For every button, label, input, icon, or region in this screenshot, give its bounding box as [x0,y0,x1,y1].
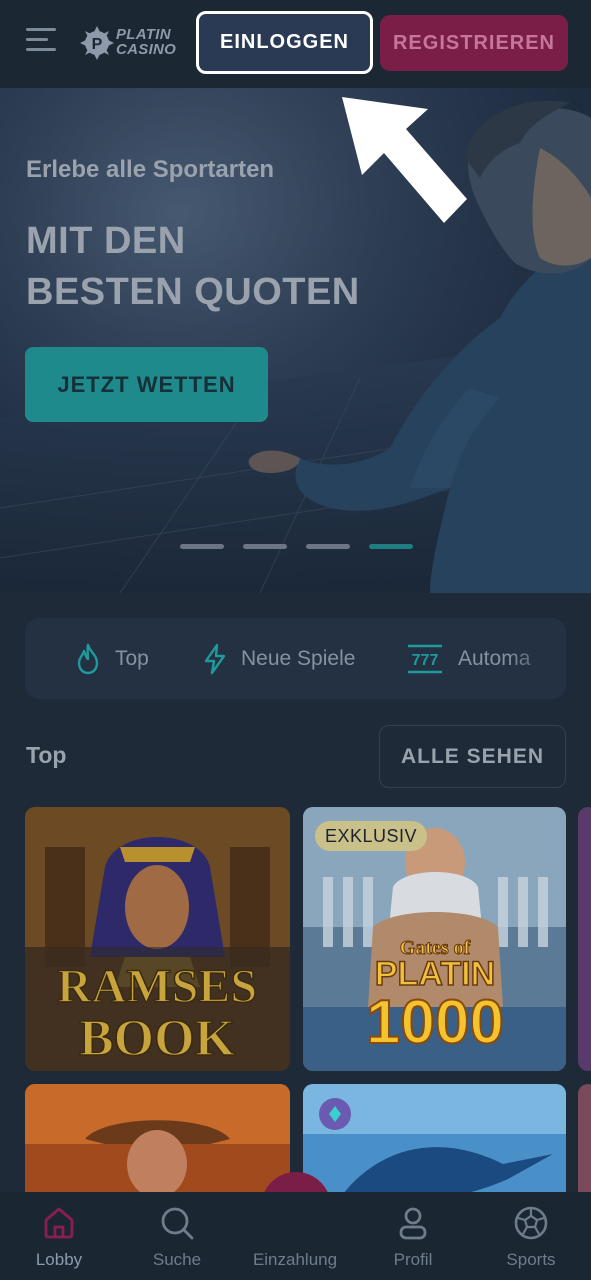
nav-label: Suche [152,1250,202,1269]
nav-sports[interactable]: Sports [472,1192,590,1280]
game-card-book-of-ra[interactable] [25,1084,290,1204]
user-icon [399,1207,427,1240]
category-label: Neue Spiele [241,646,356,670]
nav-lobby[interactable]: Lobby [0,1192,118,1280]
home-icon [44,1207,74,1239]
login-button[interactable]: EINLOGGEN [196,11,373,74]
ramses-book-title-layer: RAMSES BOOK [56,959,258,1068]
hero-title-line-1: MIT DEN [26,220,186,262]
nav-profile[interactable]: Profil [354,1192,472,1280]
game-title-line-1: RAMSES [57,960,257,1013]
bottom-navigation: Lobby Suche Einzahlung Profil Sports [0,1192,591,1280]
nav-search[interactable]: Suche [118,1192,236,1280]
carousel-dot[interactable] [180,544,224,549]
swordfish-artwork [303,1084,566,1204]
carousel-dots [180,544,420,550]
game-title-line-3: 1000 [366,988,504,1057]
hero-title: MIT DEN BESTEN QUOTEN [26,216,360,318]
see-all-button[interactable]: ALLE SEHEN [379,725,566,788]
category-top[interactable]: Top [75,618,149,699]
category-fade-overlay [506,618,566,699]
hero-subtitle: Erlebe alle Sportarten [26,156,275,183]
top-header: P PLATIN CASINO EINLOGGEN REGISTRIEREN [0,0,591,88]
game-card-peek[interactable] [578,807,591,1071]
exclusive-badge: EXKLUSIV [315,821,428,851]
logo-line-2: CASINO [116,41,177,58]
hero-title-line-2: BESTEN QUOTEN [26,271,360,313]
section-title-top: Top [26,742,67,768]
hamburger-menu-icon[interactable] [26,28,58,54]
game-card-peek[interactable] [578,1084,591,1204]
carousel-dot-active[interactable] [369,544,413,549]
category-label: Top [115,646,149,670]
register-button[interactable]: REGISTRIEREN [380,15,568,71]
slot-777-icon: 777 [408,644,442,673]
game-card-ramses-book[interactable]: RAMSES BOOK [25,807,290,1071]
nav-deposit[interactable]: Einzahlung [236,1192,354,1280]
app-root: P PLATIN CASINO EINLOGGEN REGISTRIEREN E… [0,0,591,1280]
hero-banner[interactable]: Erlebe alle Sportarten MIT DEN BESTEN QU… [0,88,591,593]
nav-label: Lobby [35,1250,83,1269]
logo-line-1: PLATIN [116,26,171,43]
logo-wordmark: PLATIN CASINO [116,27,176,57]
adventurer-artwork [25,1084,290,1204]
game-title-line-2: BOOK [79,1010,236,1067]
search-icon [161,1207,194,1240]
flame-icon [77,643,99,674]
platin-casino-logo[interactable]: P PLATIN CASINO [80,24,184,64]
category-new-games[interactable]: Neue Spiele [203,618,355,699]
nav-label: Einzahlung [252,1250,338,1269]
nav-label: Sports [506,1250,556,1269]
svg-text:P: P [92,36,103,53]
bet-now-button[interactable]: JETZT WETTEN [25,347,268,422]
game-card-gates-of-platin[interactable]: Gates of PLATIN 1000 EXKLUSIV [303,807,566,1071]
lightning-icon [204,643,226,674]
pointer-arrow-icon [342,97,467,223]
game-card-fishing[interactable] [303,1084,566,1204]
soccer-ball-icon [514,1206,548,1240]
logo-mark-icon: P [80,26,114,60]
nav-label: Profil [393,1250,433,1269]
svg-text:777: 777 [412,652,439,669]
carousel-dot[interactable] [243,544,287,549]
carousel-dot[interactable] [306,544,350,549]
category-bar: Top Neue Spiele 777 Automa [25,618,566,699]
